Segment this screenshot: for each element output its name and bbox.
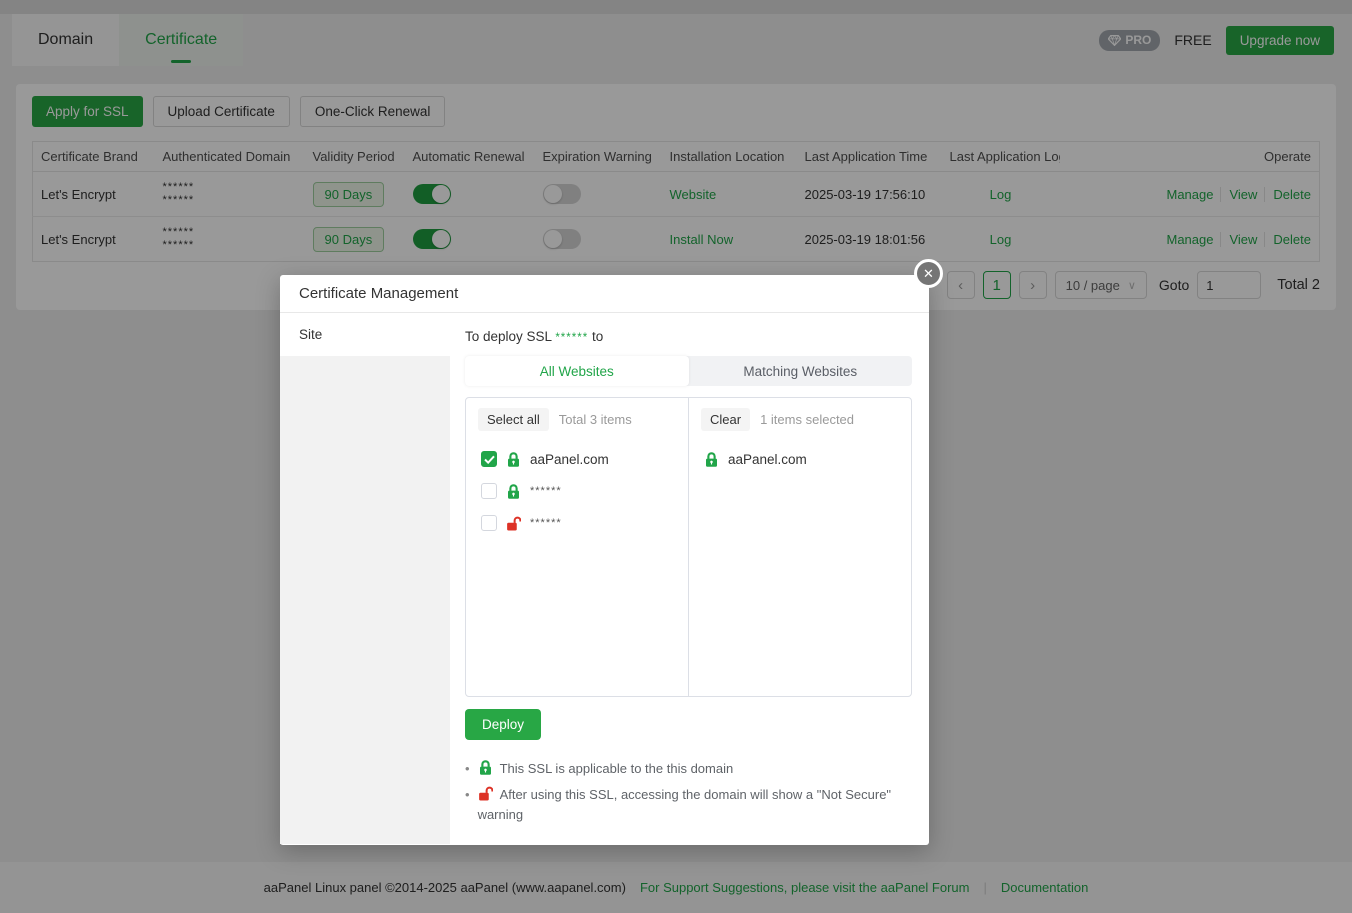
note-insecure: • After using this SSL, accessing the do… bbox=[465, 785, 912, 825]
lock-icon bbox=[478, 759, 493, 776]
ssl-notes: • This SSL is applicable to the this dom… bbox=[465, 759, 912, 825]
tab-matching-websites[interactable]: Matching Websites bbox=[689, 356, 913, 386]
deploy-target-line: To deploy SSL ****** to bbox=[465, 329, 912, 344]
clear-button[interactable]: Clear bbox=[701, 408, 750, 431]
close-icon[interactable]: ✕ bbox=[914, 259, 943, 288]
lock-icon bbox=[704, 451, 719, 468]
note-secure: • This SSL is applicable to the this dom… bbox=[465, 759, 912, 779]
site-label: aaPanel.com bbox=[728, 452, 807, 467]
source-item[interactable]: ****** bbox=[478, 507, 676, 539]
source-count: Total 3 items bbox=[559, 412, 632, 427]
modal-title: Certificate Management bbox=[280, 275, 929, 313]
website-filter-tabs: All Websites Matching Websites bbox=[465, 356, 912, 386]
item-checkbox[interactable] bbox=[481, 451, 497, 467]
unlock-icon bbox=[478, 785, 493, 802]
note-text: This SSL is applicable to the this domai… bbox=[500, 761, 734, 776]
modal-sidebar: Site bbox=[280, 313, 450, 844]
source-item[interactable]: aaPanel.com bbox=[478, 443, 676, 475]
sidebar-item-site[interactable]: Site bbox=[280, 313, 450, 356]
bullet-icon: • bbox=[465, 759, 470, 779]
target-count: 1 items selected bbox=[760, 412, 854, 427]
item-checkbox[interactable] bbox=[481, 515, 497, 531]
note-text: After using this SSL, accessing the doma… bbox=[478, 787, 891, 822]
select-all-button[interactable]: Select all bbox=[478, 408, 549, 431]
target-panel: Clear 1 items selected aaPanel.com bbox=[689, 398, 911, 696]
target-item[interactable]: aaPanel.com bbox=[701, 443, 899, 475]
source-item[interactable]: ****** bbox=[478, 475, 676, 507]
website-transfer: Select all Total 3 items aaPanel.com bbox=[465, 397, 912, 697]
unlock-icon bbox=[506, 515, 521, 532]
deploy-button[interactable]: Deploy bbox=[465, 709, 541, 740]
source-panel: Select all Total 3 items aaPanel.com bbox=[466, 398, 689, 696]
certificate-management-modal: ✕ Certificate Management Site To deploy … bbox=[280, 275, 929, 845]
lock-icon bbox=[506, 451, 521, 468]
site-label: aaPanel.com bbox=[530, 452, 609, 467]
tab-all-websites[interactable]: All Websites bbox=[465, 356, 689, 386]
bullet-icon: • bbox=[465, 785, 470, 825]
site-label: ****** bbox=[530, 485, 562, 497]
ssl-name: ****** bbox=[555, 332, 588, 344]
modal-content: To deploy SSL ****** to All Websites Mat… bbox=[450, 313, 929, 844]
lock-icon bbox=[506, 483, 521, 500]
site-label: ****** bbox=[530, 517, 562, 529]
item-checkbox[interactable] bbox=[481, 483, 497, 499]
